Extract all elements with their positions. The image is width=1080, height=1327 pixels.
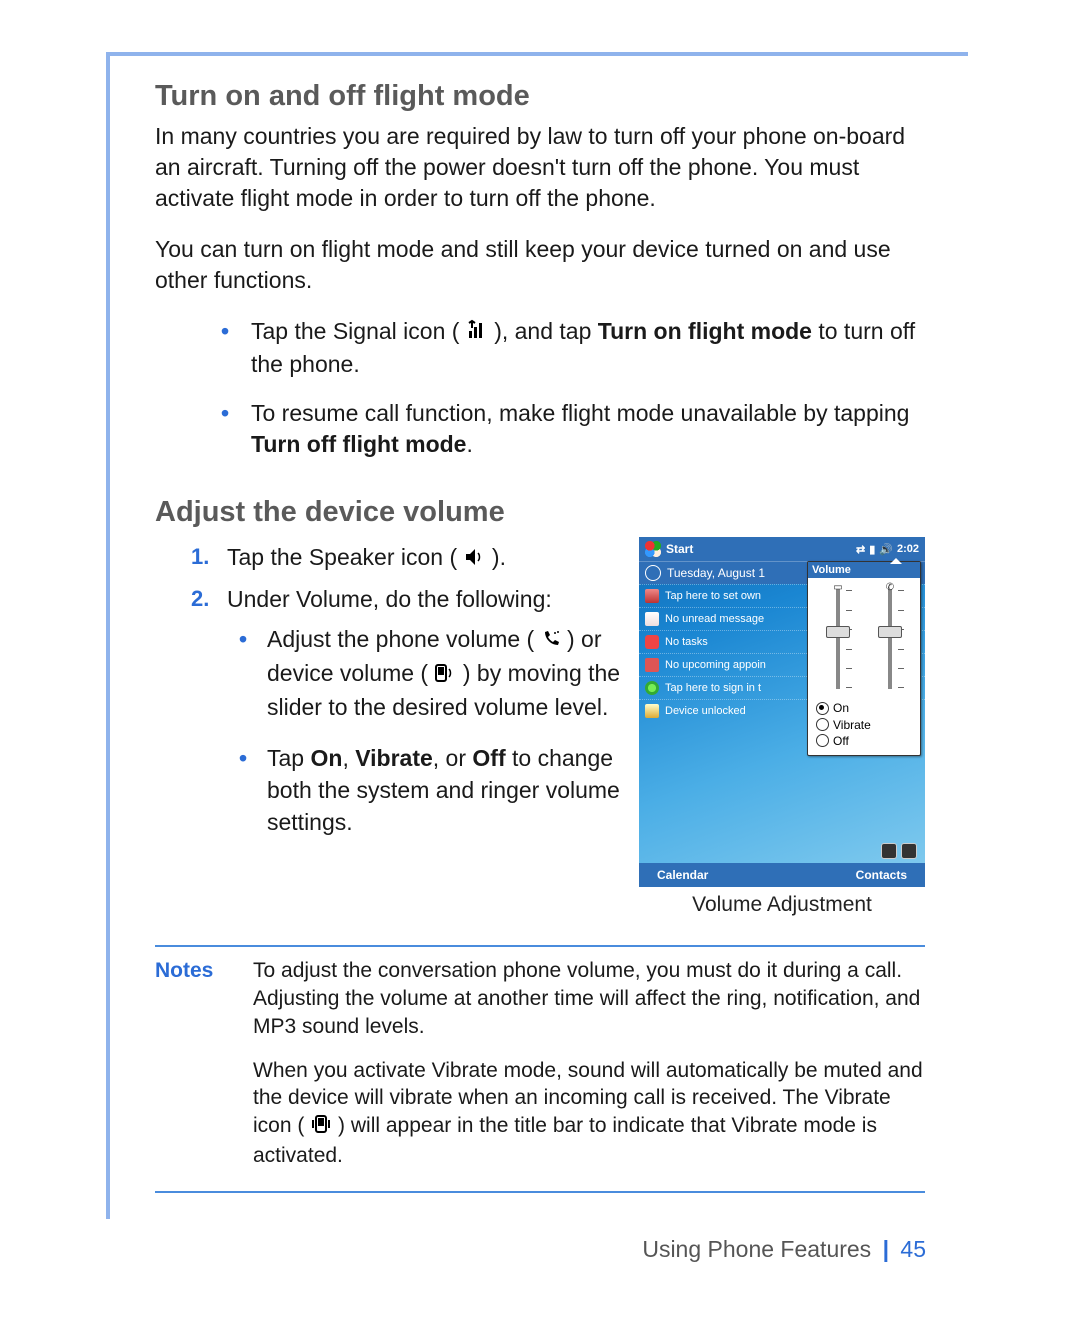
volume-steps: Tap the Speaker icon ( ). Under Volume, … bbox=[155, 542, 621, 838]
notes-divider-bottom bbox=[155, 1191, 925, 1193]
bold-turn-off: Turn off flight mode bbox=[251, 431, 466, 457]
volume-popup-title: Volume bbox=[808, 562, 920, 578]
windows-logo-icon bbox=[645, 541, 661, 557]
notes-label: Notes bbox=[155, 957, 225, 1185]
notes-divider-top bbox=[155, 945, 925, 947]
sub-on-vibrate-off: Tap On, Vibrate, or Off to change both t… bbox=[267, 742, 621, 839]
volume-steps-col: Tap the Speaker icon ( ). Under Volume, … bbox=[155, 537, 621, 856]
step-under-volume: Under Volume, do the following: Adjust t… bbox=[227, 584, 621, 838]
flight-bullet-resume: To resume call function, make flight mod… bbox=[251, 398, 925, 460]
device-title-bar: Start ⇄ ▮ 🔊 2:02 bbox=[639, 537, 925, 561]
radio-icon bbox=[816, 718, 829, 731]
date-label: Tuesday, August 1 bbox=[667, 566, 765, 580]
device-mock: Start ⇄ ▮ 🔊 2:02 Tuesday, August 1 Tap h… bbox=[639, 537, 925, 887]
flight-bullet-signal: Tap the Signal icon ( ), and tap Turn on… bbox=[251, 316, 925, 380]
lock-icon bbox=[645, 704, 659, 718]
mail-icon bbox=[645, 612, 659, 626]
volume-radio-group: On Vibrate Off bbox=[808, 698, 920, 755]
keyboard-icon bbox=[901, 843, 917, 859]
device-volume-icon bbox=[434, 659, 456, 691]
calendar-icon bbox=[645, 658, 659, 672]
speaker-icon bbox=[464, 544, 486, 575]
sip-icon bbox=[881, 843, 897, 859]
flight-paragraph-2: You can turn on flight mode and still ke… bbox=[155, 234, 925, 296]
volume-sliders: ▭ ✆ bbox=[808, 578, 920, 698]
start-label: Start bbox=[666, 542, 693, 556]
slider-thumb[interactable] bbox=[826, 626, 850, 638]
footer-separator: | bbox=[883, 1236, 889, 1262]
bold-off: Off bbox=[472, 745, 505, 771]
content-area: Turn on and off flight mode In many coun… bbox=[155, 80, 925, 1193]
signal-icon bbox=[466, 318, 488, 349]
bold-turn-on: Turn on flight mode bbox=[598, 318, 812, 344]
footer-section: Using Phone Features bbox=[642, 1236, 871, 1262]
softkey-left[interactable]: Calendar bbox=[657, 868, 708, 882]
heading-volume: Adjust the device volume bbox=[155, 496, 925, 529]
radio-icon bbox=[816, 734, 829, 747]
device-screenshot-col: Start ⇄ ▮ 🔊 2:02 Tuesday, August 1 Tap h… bbox=[639, 537, 925, 917]
phone-volume-icon bbox=[541, 625, 561, 657]
screenshot-caption: Volume Adjustment bbox=[639, 893, 925, 917]
volume-two-col: Tap the Speaker icon ( ). Under Volume, … bbox=[155, 537, 925, 917]
footer-page-number: 45 bbox=[900, 1236, 926, 1262]
page: Turn on and off flight mode In many coun… bbox=[0, 0, 1080, 1327]
task-icon bbox=[645, 635, 659, 649]
step-speaker-icon: Tap the Speaker icon ( ). bbox=[227, 542, 621, 575]
signal-bar-icon: ▮ bbox=[869, 543, 875, 556]
volume-popup: Volume ▭ ✆ bbox=[807, 561, 921, 756]
bold-vibrate: Vibrate bbox=[355, 745, 433, 771]
radio-vibrate[interactable]: Vibrate bbox=[816, 717, 916, 733]
sip-icons bbox=[881, 843, 917, 859]
softkey-bar: Calendar Contacts bbox=[639, 863, 925, 887]
slider-thumb[interactable] bbox=[878, 626, 902, 638]
ringer-volume-slider[interactable]: ✆ bbox=[870, 584, 910, 694]
left-border bbox=[106, 52, 110, 1219]
flight-paragraph-1: In many countries you are required by la… bbox=[155, 121, 925, 214]
system-volume-slider[interactable]: ▭ bbox=[818, 584, 858, 694]
radio-on[interactable]: On bbox=[816, 700, 916, 716]
notes-paragraph-2: When you activate Vibrate mode, sound wi… bbox=[253, 1057, 925, 1170]
softkey-right[interactable]: Contacts bbox=[856, 868, 907, 882]
msn-icon bbox=[645, 681, 659, 695]
bold-on: On bbox=[310, 745, 342, 771]
vibrate-icon bbox=[310, 1114, 332, 1142]
user-icon bbox=[645, 589, 659, 603]
radio-off[interactable]: Off bbox=[816, 733, 916, 749]
clock-icon bbox=[645, 565, 661, 581]
notes-paragraph-1: To adjust the conversation phone volume,… bbox=[253, 957, 925, 1040]
heading-flight-mode: Turn on and off flight mode bbox=[155, 80, 925, 113]
volume-sub-bullets: Adjust the phone volume ( ) or device vo… bbox=[227, 623, 621, 838]
top-border bbox=[106, 52, 968, 56]
connectivity-icon: ⇄ bbox=[856, 543, 865, 556]
sub-adjust-slider: Adjust the phone volume ( ) or device vo… bbox=[267, 623, 621, 724]
notes-body: To adjust the conversation phone volume,… bbox=[253, 957, 925, 1185]
flight-bullet-list: Tap the Signal icon ( ), and tap Turn on… bbox=[155, 316, 925, 460]
page-footer: Using Phone Features | 45 bbox=[642, 1236, 926, 1263]
notes-block: Notes To adjust the conversation phone v… bbox=[155, 957, 925, 1185]
radio-icon bbox=[816, 702, 829, 715]
